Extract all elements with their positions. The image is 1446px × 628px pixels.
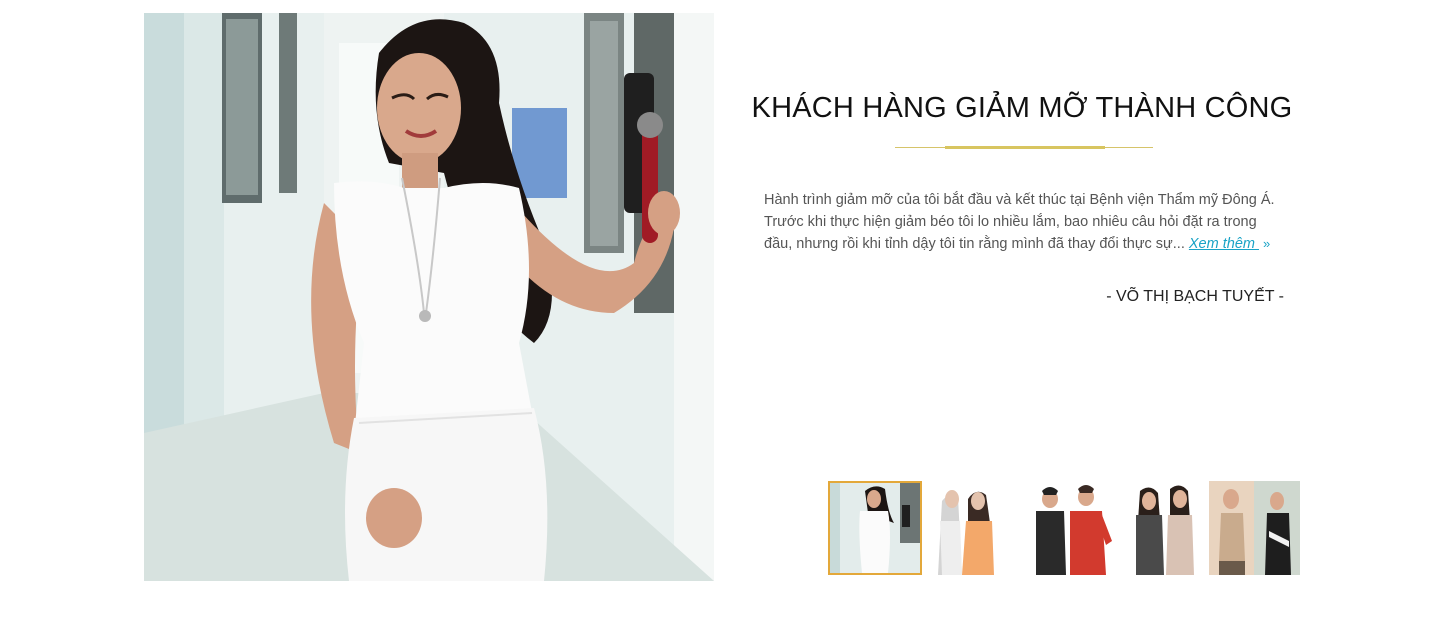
- testimonial-text: Hành trình giảm mỡ của tôi bắt đầu và kế…: [764, 189, 1284, 255]
- thumbnail-4[interactable]: [1124, 481, 1218, 575]
- section-title: KHÁCH HÀNG GIẢM MỠ THÀNH CÔNG: [751, 92, 1293, 124]
- thumbnail-5[interactable]: [1209, 481, 1303, 575]
- thumbnail-3[interactable]: [1026, 481, 1120, 575]
- title-divider-accent: [945, 146, 1105, 149]
- testimonial-section: KHÁCH HÀNG GIẢM MỠ THÀNH CÔNG Hành trình…: [0, 0, 1446, 628]
- customer-main-photo: [144, 13, 714, 581]
- testimonial-author: - VÕ THỊ BẠCH TUYẾT -: [1106, 288, 1284, 305]
- thumbnail-2[interactable]: [928, 481, 1022, 575]
- thumbnail-carousel: [828, 481, 1300, 575]
- thumbnail-1[interactable]: [828, 481, 922, 575]
- double-chevron-right-icon[interactable]: »: [1263, 236, 1270, 251]
- read-more-label[interactable]: Xem thêm: [1189, 236, 1259, 252]
- read-more-link[interactable]: Xem thêm: [1189, 236, 1259, 252]
- title-divider: [895, 146, 1153, 149]
